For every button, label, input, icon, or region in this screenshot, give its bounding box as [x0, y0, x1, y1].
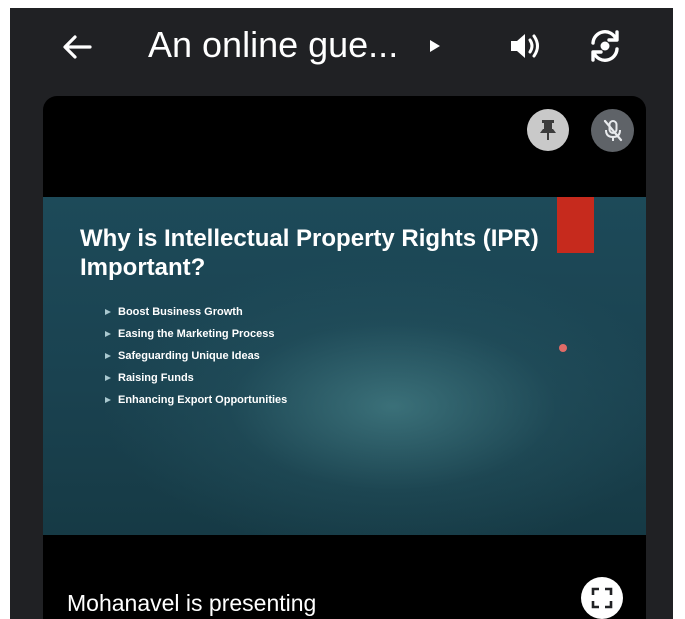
fullscreen-icon [591, 587, 613, 609]
meeting-title[interactable]: An online gue... [148, 22, 398, 68]
arrow-left-icon [63, 35, 92, 59]
speaker-button[interactable] [505, 26, 545, 66]
meeting-screen: An online gue... Why is Intellectual Pro… [10, 8, 673, 619]
slide-bullet: Raising Funds [105, 367, 287, 389]
meeting-details-button[interactable] [428, 38, 442, 54]
slide-bullet-text: Raising Funds [118, 372, 194, 384]
bullet-triangle-icon [105, 397, 111, 403]
shared-slide: Why is Intellectual Property Rights (IPR… [43, 197, 646, 535]
fullscreen-button[interactable] [581, 577, 623, 619]
mic-off-icon [603, 119, 622, 141]
pin-button[interactable] [527, 109, 569, 151]
chevron-right-icon [430, 40, 440, 52]
slide-bullet: Safeguarding Unique Ideas [105, 345, 287, 367]
slide-title: Why is Intellectual Property Rights (IPR… [80, 225, 539, 281]
bullet-triangle-icon [105, 375, 111, 381]
mic-off-button[interactable] [591, 109, 634, 152]
presentation-tile: Why is Intellectual Property Rights (IPR… [43, 96, 646, 619]
slide-bullet-text: Boost Business Growth [118, 306, 243, 318]
pin-icon [540, 120, 556, 140]
slide-accent-bar [557, 197, 594, 253]
slide-accent-dot [559, 344, 567, 352]
switch-camera-icon [591, 30, 619, 62]
slide-bullet-list: Boost Business Growth Easing the Marketi… [105, 301, 287, 411]
slide-bullet-text: Safeguarding Unique Ideas [118, 350, 260, 362]
speaker-icon [511, 34, 539, 58]
presenter-label: Mohanavel is presenting [67, 590, 317, 616]
slide-bullet: Easing the Marketing Process [105, 323, 287, 345]
switch-camera-button[interactable] [584, 26, 626, 66]
slide-bullet-text: Easing the Marketing Process [118, 328, 275, 340]
slide-bullet-text: Enhancing Export Opportunities [118, 394, 288, 406]
slide-bullet: Boost Business Growth [105, 301, 287, 323]
top-bar: An online gue... [10, 8, 673, 86]
bullet-triangle-icon [105, 309, 111, 315]
bullet-triangle-icon [105, 353, 111, 359]
back-button[interactable] [60, 30, 94, 64]
slide-bullet: Enhancing Export Opportunities [105, 389, 287, 411]
bullet-triangle-icon [105, 331, 111, 337]
